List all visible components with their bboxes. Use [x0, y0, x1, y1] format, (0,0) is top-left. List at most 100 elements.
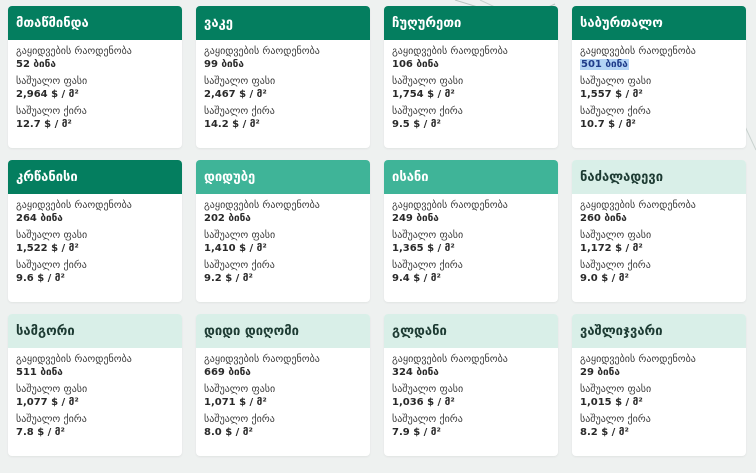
listings-value: 511 ბინა	[16, 366, 174, 380]
price-value: 1,410 $ / მ²	[204, 243, 267, 254]
listings-value-text: 669 ბინა	[204, 367, 251, 378]
price-value: 1,036 $ / მ²	[392, 397, 455, 408]
price-value: 1,365 $ / მ²	[392, 243, 455, 254]
price-value: 1,754 $ / მ²	[392, 89, 455, 100]
listings-value-text: 264 ბინა	[16, 213, 63, 224]
listings-value-text: 29 ბინა	[580, 367, 620, 378]
district-name: ნაძალადევი	[572, 160, 746, 194]
rent-value: 9.2 $ / მ²	[204, 273, 253, 284]
rent-label: საშუალო ქირა	[392, 106, 463, 117]
district-card[interactable]: ვაკე გაყიდვების რაოდენობა 99 ბინა საშუალ…	[196, 6, 370, 148]
price-value: 1,071 $ / მ²	[204, 397, 267, 408]
rent-label: საშუალო ქირა	[204, 414, 275, 425]
listings-value-text: 501 ბინა	[580, 59, 629, 70]
district-card[interactable]: საბურთალო გაყიდვების რაოდენობა 501 ბინა …	[572, 6, 746, 148]
price-value: 1,522 $ / მ²	[16, 243, 79, 254]
listings-value-text: 249 ბინა	[392, 213, 439, 224]
listings-label: გაყიდვების რაოდენობა	[580, 200, 696, 211]
district-name: ჩუღურეთი	[384, 6, 558, 40]
district-name: ისანი	[384, 160, 558, 194]
rent-value: 7.9 $ / მ²	[392, 427, 441, 438]
rent-label: საშუალო ქირა	[204, 260, 275, 271]
district-stats: გაყიდვების რაოდენობა 106 ბინა საშუალო ფა…	[384, 40, 558, 132]
district-cards-grid: მთაწმინდა გაყიდვების რაოდენობა 52 ბინა ს…	[8, 6, 752, 471]
district-name: მთაწმინდა	[8, 6, 182, 40]
listings-label: გაყიდვების რაოდენობა	[16, 200, 132, 211]
listings-value: 106 ბინა	[392, 58, 550, 72]
listings-label: გაყიდვების რაოდენობა	[392, 200, 508, 211]
district-card[interactable]: დიდუბე გაყიდვების რაოდენობა 202 ბინა საშ…	[196, 160, 370, 302]
district-card[interactable]: მთაწმინდა გაყიდვების რაოდენობა 52 ბინა ს…	[8, 6, 182, 148]
district-stats: გაყიდვების რაოდენობა 249 ბინა საშუალო ფა…	[384, 194, 558, 286]
listings-value-text: 202 ბინა	[204, 213, 251, 224]
district-card[interactable]: ნაძალადევი გაყიდვების რაოდენობა 260 ბინა…	[572, 160, 746, 302]
rent-value: 10.7 $ / მ²	[580, 119, 636, 130]
listings-value-text: 511 ბინა	[16, 367, 63, 378]
price-value: 1,557 $ / მ²	[580, 89, 643, 100]
rent-label: საშუალო ქირა	[16, 414, 87, 425]
rent-value: 7.8 $ / მ²	[16, 427, 65, 438]
district-name: დიდი დიღომი	[196, 314, 370, 348]
district-card[interactable]: ისანი გაყიდვების რაოდენობა 249 ბინა საშუ…	[384, 160, 558, 302]
district-card[interactable]: ჩუღურეთი გაყიდვების რაოდენობა 106 ბინა ს…	[384, 6, 558, 148]
district-name: კრწანისი	[8, 160, 182, 194]
listings-label: გაყიდვების რაოდენობა	[392, 46, 508, 57]
district-stats: გაყიდვების რაოდენობა 29 ბინა საშუალო ფას…	[572, 348, 746, 440]
listings-label: გაყიდვების რაოდენობა	[16, 354, 132, 365]
listings-label: გაყიდვების რაოდენობა	[16, 46, 132, 57]
listings-value: 29 ბინა	[580, 366, 738, 380]
rent-label: საშუალო ქირა	[580, 260, 651, 271]
district-stats: გაყიდვების რაოდენობა 264 ბინა საშუალო ფა…	[8, 194, 182, 286]
price-label: საშუალო ფასი	[204, 384, 276, 395]
district-name: ვაკე	[196, 6, 370, 40]
district-card[interactable]: სამგორი გაყიდვების რაოდენობა 511 ბინა სა…	[8, 314, 182, 456]
listings-label: გაყიდვების რაოდენობა	[204, 46, 320, 57]
price-label: საშუალო ფასი	[16, 230, 88, 241]
listings-value-text: 106 ბინა	[392, 59, 439, 70]
listings-value-text: 324 ბინა	[392, 367, 439, 378]
rent-value: 12.7 $ / მ²	[16, 119, 72, 130]
price-value: 2,964 $ / მ²	[16, 89, 79, 100]
rent-label: საშუალო ქირა	[16, 106, 87, 117]
price-value: 1,172 $ / მ²	[580, 243, 643, 254]
listings-label: გაყიდვების რაოდენობა	[204, 200, 320, 211]
price-label: საშუალო ფასი	[16, 76, 88, 87]
rent-value: 9.0 $ / მ²	[580, 273, 629, 284]
listings-value: 249 ბინა	[392, 212, 550, 226]
listings-label: გაყიდვების რაოდენობა	[392, 354, 508, 365]
price-label: საშუალო ფასი	[580, 384, 652, 395]
listings-value: 99 ბინა	[204, 58, 362, 72]
price-label: საშუალო ფასი	[392, 384, 464, 395]
listings-value-text: 260 ბინა	[580, 213, 627, 224]
listings-value: 501 ბინა	[580, 58, 738, 72]
rent-value: 9.4 $ / მ²	[392, 273, 441, 284]
rent-label: საშუალო ქირა	[16, 260, 87, 271]
listings-value-text: 99 ბინა	[204, 59, 244, 70]
district-stats: გაყიდვების რაოდენობა 260 ბინა საშუალო ფა…	[572, 194, 746, 286]
rent-label: საშუალო ქირა	[392, 414, 463, 425]
rent-value: 9.6 $ / მ²	[16, 273, 65, 284]
rent-label: საშუალო ქირა	[580, 414, 651, 425]
listings-value: 264 ბინა	[16, 212, 174, 226]
district-name: გლდანი	[384, 314, 558, 348]
listings-value: 260 ბინა	[580, 212, 738, 226]
district-card[interactable]: კრწანისი გაყიდვების რაოდენობა 264 ბინა ს…	[8, 160, 182, 302]
listings-label: გაყიდვების რაოდენობა	[580, 354, 696, 365]
price-label: საშუალო ფასი	[392, 230, 464, 241]
district-name: დიდუბე	[196, 160, 370, 194]
district-name: საბურთალო	[572, 6, 746, 40]
rent-value: 14.2 $ / მ²	[204, 119, 260, 130]
price-label: საშუალო ფასი	[580, 76, 652, 87]
district-card[interactable]: დიდი დიღომი გაყიდვების რაოდენობა 669 ბინ…	[196, 314, 370, 456]
price-label: საშუალო ფასი	[392, 76, 464, 87]
price-value: 1,077 $ / მ²	[16, 397, 79, 408]
district-stats: გაყიდვების რაოდენობა 669 ბინა საშუალო ფა…	[196, 348, 370, 440]
rent-label: საშუალო ქირა	[580, 106, 651, 117]
listings-value: 52 ბინა	[16, 58, 174, 72]
district-stats: გაყიდვების რაოდენობა 511 ბინა საშუალო ფა…	[8, 348, 182, 440]
district-card[interactable]: გლდანი გაყიდვების რაოდენობა 324 ბინა საშ…	[384, 314, 558, 456]
district-card[interactable]: ვაშლიჯვარი გაყიდვების რაოდენობა 29 ბინა …	[572, 314, 746, 456]
listings-value: 669 ბინა	[204, 366, 362, 380]
price-label: საშუალო ფასი	[16, 384, 88, 395]
price-label: საშუალო ფასი	[204, 230, 276, 241]
